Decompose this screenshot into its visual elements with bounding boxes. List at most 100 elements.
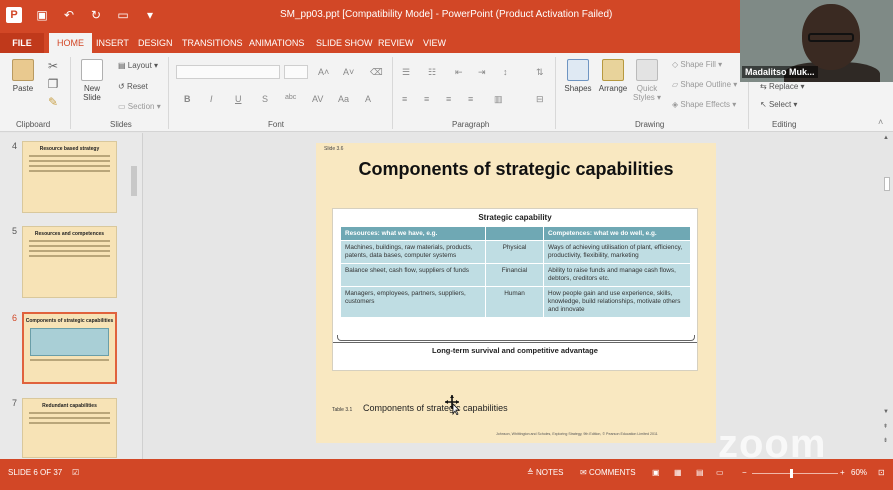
tab-review[interactable]: REVIEW [378, 33, 414, 53]
align-left-icon[interactable]: ≡ [402, 94, 407, 104]
italic-icon[interactable]: I [210, 94, 213, 104]
increase-indent-icon[interactable]: ⇥ [478, 67, 486, 78]
decrease-font-icon[interactable]: A˅ [343, 67, 354, 77]
participant-video[interactable]: Madalitso Muk... [740, 0, 893, 82]
reset-icon: ↺ [118, 82, 127, 91]
scrollbar-thumb[interactable] [884, 177, 890, 191]
text-shadow-icon[interactable]: S [262, 94, 268, 104]
normal-view-icon[interactable]: ▣ [652, 468, 660, 477]
reading-view-icon[interactable]: ▤ [696, 468, 704, 477]
paste-button[interactable]: Paste [8, 59, 38, 93]
scroll-down-icon[interactable]: ▼ [883, 409, 889, 415]
shape-outline-label: Shape Outline ▾ [680, 80, 738, 89]
thumbnail-number: 5 [12, 226, 18, 236]
thumbnail-text-line [29, 417, 110, 419]
new-slide-button[interactable]: New Slide [76, 59, 108, 102]
justify-icon[interactable]: ≡ [468, 94, 473, 104]
underline-icon[interactable]: U [235, 94, 242, 104]
previous-slide-icon[interactable]: ⇞ [883, 423, 888, 430]
strikethrough-icon[interactable]: abc [285, 94, 296, 101]
arrange-button[interactable]: Arrange [596, 59, 630, 93]
strategic-capability-figure[interactable]: Strategic capability Resources: what we … [332, 208, 698, 371]
character-spacing-icon[interactable]: AV [312, 94, 323, 104]
redo-icon[interactable]: ↻ [89, 8, 103, 22]
group-separator [555, 57, 556, 129]
layout-button[interactable]: ▤ Layout ▾ [118, 61, 158, 70]
slide-sorter-icon[interactable]: ▦ [674, 468, 682, 477]
scroll-up-icon[interactable]: ▲ [883, 135, 889, 141]
figure-caption[interactable]: Components of strategic capabilities [363, 403, 508, 413]
tab-home[interactable]: HOME [49, 33, 92, 53]
zoom-slider[interactable] [752, 473, 838, 474]
save-icon[interactable]: ▣ [35, 8, 49, 22]
slide-thumbnail-6[interactable]: Components of strategic capabilities [22, 312, 117, 384]
change-case-icon[interactable]: Aa [338, 94, 349, 104]
tab-file[interactable]: FILE [0, 33, 44, 53]
tab-transitions[interactable]: TRANSITIONS [182, 33, 243, 53]
font-color-icon[interactable]: A [365, 94, 371, 104]
text-direction-icon[interactable]: ⇅ [536, 67, 544, 78]
shape-effects-button[interactable]: ◈ Shape Effects ▾ [672, 100, 736, 109]
cut-icon[interactable]: ✂ [46, 59, 60, 73]
zoom-in-icon[interactable]: + [840, 468, 845, 477]
align-right-icon[interactable]: ≡ [446, 94, 451, 104]
vertical-scrollbar[interactable]: ▲ ▼ ⇞ ⇟ [881, 133, 893, 459]
slideshow-view-icon[interactable]: ▭ [716, 468, 724, 477]
shape-outline-button[interactable]: ▱ Shape Outline ▾ [672, 80, 737, 89]
align-center-icon[interactable]: ≡ [424, 94, 429, 104]
decrease-indent-icon[interactable]: ⇤ [455, 67, 463, 78]
zoom-level[interactable]: 60% [851, 468, 867, 477]
slide[interactable]: Slide 3.6 Components of strategic capabi… [316, 143, 716, 443]
undo-icon[interactable]: ↶ [62, 8, 76, 22]
clear-formatting-icon[interactable]: ⌫ [370, 67, 383, 78]
fit-slide-icon[interactable]: ⊡ [878, 468, 885, 477]
customize-toolbar-icon[interactable]: ▾ [143, 8, 157, 22]
tab-animations[interactable]: ANIMATIONS [249, 33, 304, 53]
shapes-button[interactable]: Shapes [562, 59, 594, 93]
section-label: Section ▾ [127, 102, 161, 111]
select-button[interactable]: ↖ Select ▾ [760, 100, 797, 109]
group-separator [70, 57, 71, 129]
zoom-watermark: zoom [718, 422, 827, 466]
slide-number-label: Slide 3.6 [324, 146, 344, 152]
align-text-icon[interactable]: ⊟ [536, 94, 544, 105]
notes-button[interactable]: ≜ NOTES [527, 468, 564, 477]
format-painter-icon[interactable]: ✎ [46, 95, 60, 109]
next-slide-icon[interactable]: ⇟ [883, 437, 888, 444]
columns-icon[interactable]: ▥ [494, 94, 503, 105]
thumbnail-scrollbar[interactable] [131, 166, 137, 196]
tab-view[interactable]: VIEW [423, 33, 446, 53]
zoom-slider-knob[interactable] [790, 469, 793, 478]
zoom-out-icon[interactable]: − [742, 468, 747, 477]
shape-fill-button[interactable]: ◇ Shape Fill ▾ [672, 60, 722, 69]
spell-check-icon[interactable]: ☑ [72, 468, 79, 477]
font-size-field[interactable] [284, 65, 308, 79]
bold-icon[interactable]: B [184, 94, 191, 104]
thumbnail-title: Components of strategic capabilities [25, 318, 114, 324]
line-spacing-icon[interactable]: ↕ [503, 67, 508, 77]
increase-font-icon[interactable]: A˄ [318, 67, 329, 77]
bullets-icon[interactable]: ☰ [402, 67, 410, 78]
comments-button[interactable]: ✉ COMMENTS [580, 468, 636, 477]
slide-title[interactable]: Components of strategic capabilities [316, 159, 716, 180]
font-name-field[interactable] [176, 65, 280, 79]
slide-thumbnail-4[interactable]: Resource based strategy [22, 141, 117, 213]
tab-design[interactable]: DESIGN [138, 33, 173, 53]
copy-icon[interactable]: ❐ [46, 77, 60, 91]
reset-button[interactable]: ↺ Reset [118, 82, 148, 91]
start-slideshow-icon[interactable]: ▭ [116, 8, 130, 22]
new-slide-label: New Slide [83, 84, 101, 102]
type-cell: Human [485, 286, 544, 318]
collapse-ribbon-icon[interactable]: ˄ [878, 117, 883, 127]
tab-insert[interactable]: INSERT [96, 33, 129, 53]
replace-button[interactable]: ⇆ Replace ▾ [760, 82, 805, 91]
slide-thumbnail-5[interactable]: Resources and competences [22, 226, 117, 298]
group-label-paragraph: Paragraph [452, 120, 490, 129]
quick-styles-button[interactable]: Quick Styles ▾ [630, 59, 664, 102]
tab-slide-show[interactable]: SLIDE SHOW [316, 33, 373, 53]
reset-label: Reset [126, 82, 148, 91]
section-button[interactable]: ▭ Section ▾ [118, 102, 161, 111]
comments-label: COMMENTS [588, 468, 636, 477]
numbering-icon[interactable]: ☷ [428, 67, 436, 78]
slide-thumbnail-7[interactable]: Redundant capabilities [22, 398, 117, 458]
